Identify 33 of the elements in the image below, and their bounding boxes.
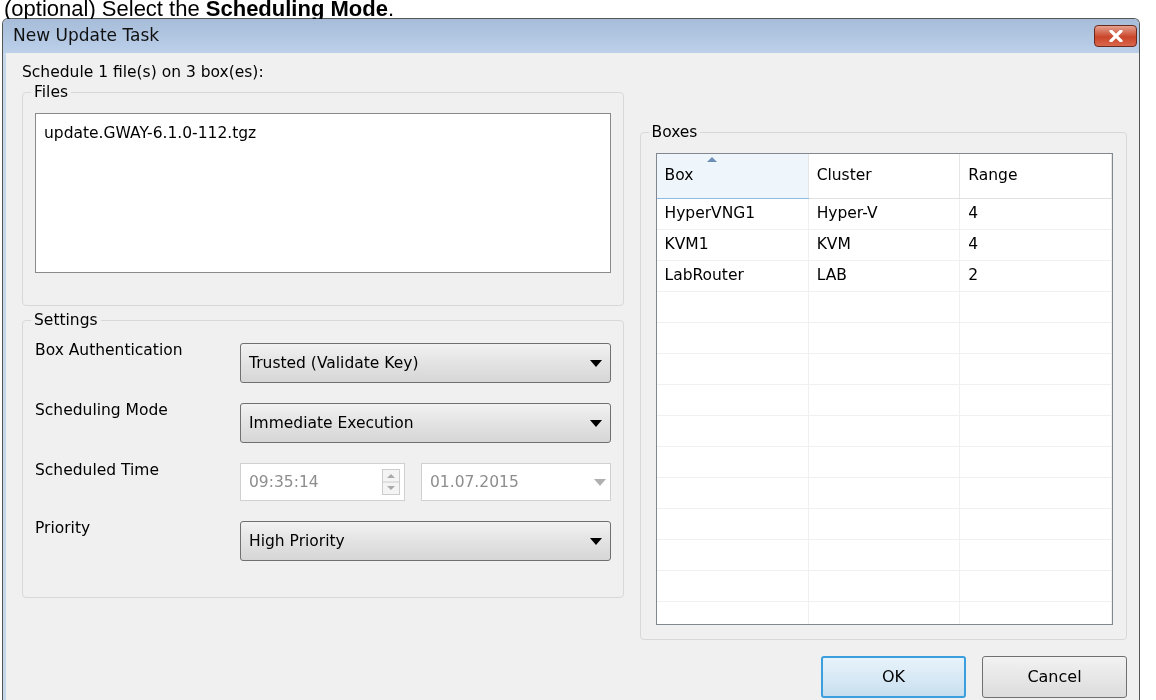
file-item[interactable]: update.GWAY-6.1.0-112.tgz	[44, 122, 602, 146]
column-header[interactable]: Cluster	[808, 154, 960, 199]
field-label: Box Authentication	[35, 340, 184, 362]
caret-icon	[593, 478, 606, 486]
ok-button[interactable]: OK	[821, 656, 966, 699]
sort-arrow-icon	[706, 157, 717, 163]
table-cell: 2	[959, 260, 1112, 292]
field-label: Scheduling Mode	[35, 400, 169, 422]
close-icon	[1107, 30, 1124, 42]
table-cell: 4	[959, 198, 1112, 230]
dropdown[interactable]: Immediate Execution	[240, 403, 611, 444]
summary-text: Schedule 1 file(s) on 3 box(es):	[22, 62, 265, 83]
table-cell: 4	[959, 229, 1112, 261]
dropdown[interactable]: High Priority	[240, 521, 611, 562]
instruction-text: (optional) Select the Scheduling Mode.	[3, 0, 396, 18]
dropdown[interactable]: Trusted (Validate Key)	[240, 343, 611, 384]
group-title: Settings	[31, 310, 101, 331]
caret-icon	[589, 359, 602, 367]
field-label: Priority	[35, 518, 92, 540]
table-cell: Hyper-V	[808, 198, 960, 230]
column-header[interactable]: Range	[959, 154, 1112, 199]
caret-icon	[589, 419, 602, 427]
cancel-button[interactable]: Cancel	[982, 656, 1127, 699]
close-button[interactable]	[1094, 25, 1137, 47]
table-cell: KVM	[808, 229, 960, 261]
table-cell: KVM1	[656, 229, 809, 261]
table-cell: HyperVNG1	[656, 198, 809, 230]
table-cell: LAB	[808, 260, 960, 292]
table-cell: LabRouter	[656, 260, 809, 292]
caret-icon	[589, 537, 602, 545]
field-label: Scheduled Time	[35, 460, 160, 482]
window-title: New Update Task	[13, 24, 160, 48]
column-header[interactable]: Box	[656, 154, 809, 199]
